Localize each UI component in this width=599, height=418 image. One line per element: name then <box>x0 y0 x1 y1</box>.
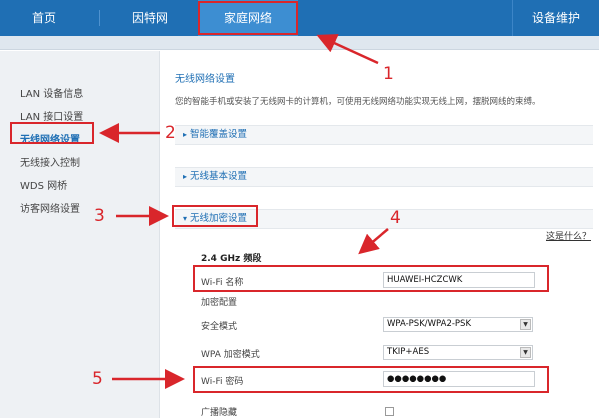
wifi-password-input[interactable]: ●●●●●●●● <box>383 371 535 387</box>
nav-divider <box>99 10 100 26</box>
sidebar-item-wireless-settings[interactable]: 无线网络设置 <box>20 131 80 146</box>
sidebar-item-wds-bridge[interactable]: WDS 网桥 <box>20 177 67 192</box>
page-title: 无线网络设置 <box>175 74 235 85</box>
section-label: 无线加密设置 <box>190 213 248 224</box>
sidebar-item-lan-device-info[interactable]: LAN 设备信息 <box>20 85 83 100</box>
security-mode-select[interactable]: WPA-PSK/WPA2-PSK ▼ <box>383 317 533 332</box>
chevron-right-icon: ▸ <box>183 130 188 139</box>
security-mode-label: 安全模式 <box>201 322 238 332</box>
sidebar-item-lan-interface[interactable]: LAN 接口设置 <box>20 108 83 123</box>
annotation-number-2: 2 <box>165 123 176 143</box>
page-description: 您的智能手机或安装了无线网卡的计算机，可使用无线网络功能实现无线上网，摆脱网线的… <box>175 97 541 107</box>
wpa-encryption-value: TKIP+AES <box>387 347 430 357</box>
help-link[interactable]: 这是什么？ <box>546 229 591 242</box>
top-nav-bar: 首页 因特网 家庭网络 设备维护 <box>0 0 599 36</box>
section-wireless-basic[interactable]: ▸ 无线基本设置 <box>175 167 593 187</box>
chevron-down-icon: ▾ <box>183 214 188 223</box>
section-label: 无线基本设置 <box>190 171 248 182</box>
sub-nav-bar <box>0 36 599 50</box>
wpa-encryption-label: WPA 加密模式 <box>201 350 260 360</box>
wpa-encryption-select[interactable]: TKIP+AES ▼ <box>383 345 533 360</box>
broadcast-hide-label: 广播隐藏 <box>201 408 238 418</box>
annotation-number-1: 1 <box>383 64 394 84</box>
encryption-config-title: 加密配置 <box>201 298 238 308</box>
section-smart-coverage[interactable]: ▸ 智能覆盖设置 <box>175 125 593 145</box>
wifi-name-label: Wi-Fi 名称 <box>201 278 244 288</box>
dropdown-arrow-icon: ▼ <box>520 347 531 358</box>
broadcast-hide-checkbox[interactable] <box>385 407 394 416</box>
sidebar-item-wireless-access-control[interactable]: 无线接入控制 <box>20 154 80 169</box>
nav-tab-internet[interactable]: 因特网 <box>110 0 190 36</box>
annotation-number-3: 3 <box>94 206 105 226</box>
sidebar: LAN 设备信息 LAN 接口设置 无线网络设置 无线接入控制 WDS 网桥 访… <box>0 51 160 418</box>
security-mode-value: WPA-PSK/WPA2-PSK <box>387 319 472 329</box>
wifi-password-label: Wi-Fi 密码 <box>201 377 244 387</box>
nav-tab-device-maintenance[interactable]: 设备维护 <box>512 0 599 36</box>
annotation-number-5: 5 <box>92 369 103 389</box>
nav-tab-home[interactable]: 首页 <box>0 0 88 36</box>
section-wireless-encryption[interactable]: ▾ 无线加密设置 <box>175 209 593 229</box>
wifi-name-input[interactable]: HUAWEI-HCZCWK <box>383 272 535 288</box>
band-title: 2.4 GHz 频段 <box>201 254 262 264</box>
main-content: 无线网络设置 您的智能手机或安装了无线网卡的计算机，可使用无线网络功能实现无线上… <box>161 51 599 418</box>
nav-tab-home-network[interactable]: 家庭网络 <box>198 0 298 36</box>
chevron-right-icon: ▸ <box>183 172 188 181</box>
section-label: 智能覆盖设置 <box>190 129 248 140</box>
dropdown-arrow-icon: ▼ <box>520 319 531 330</box>
sidebar-item-guest-network[interactable]: 访客网络设置 <box>20 200 80 215</box>
annotation-number-4: 4 <box>390 208 401 228</box>
